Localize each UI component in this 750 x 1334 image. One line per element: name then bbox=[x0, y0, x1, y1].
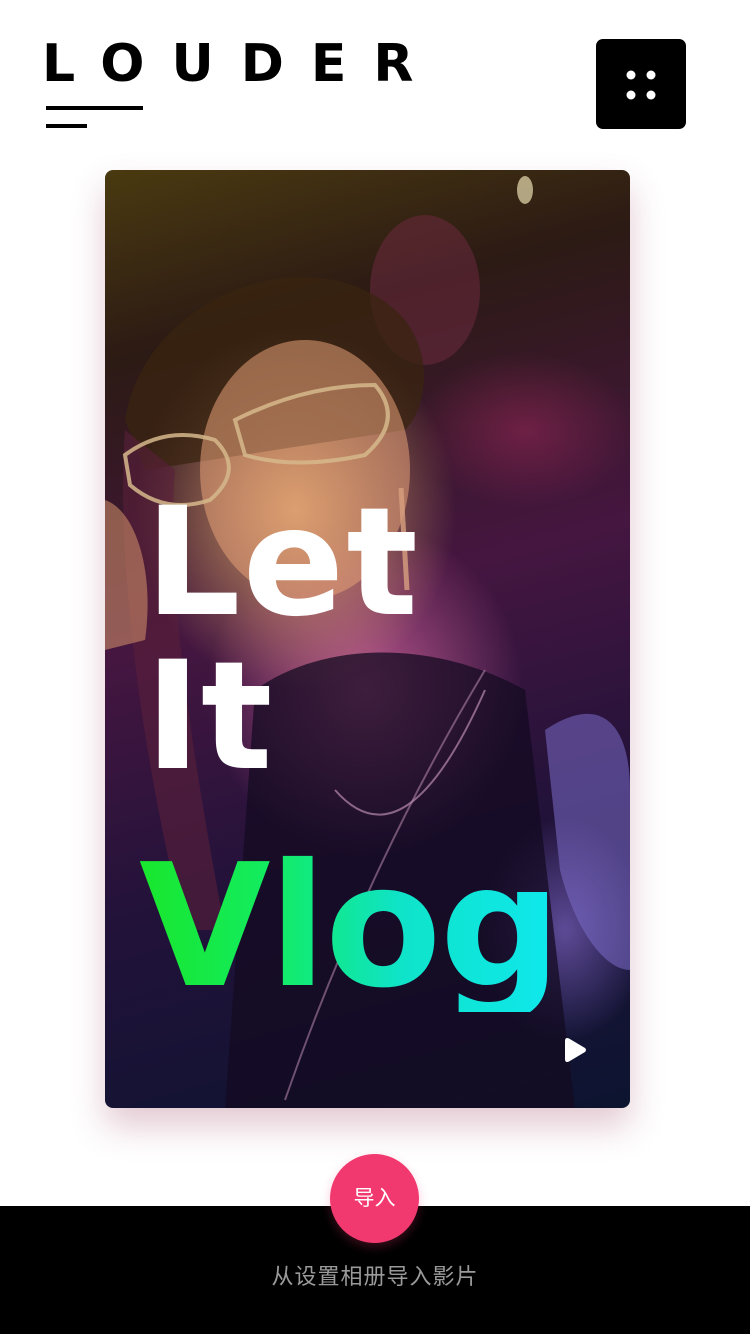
brand-logo: LOUDER bbox=[42, 34, 441, 94]
menu-button[interactable] bbox=[596, 39, 686, 129]
title-line-it: It bbox=[145, 630, 273, 804]
title-line-let: Let bbox=[145, 476, 421, 650]
brand-underline-long bbox=[46, 106, 143, 110]
import-hint-text: 从设置相册导入影片 bbox=[271, 1264, 479, 1289]
video-card[interactable]: Let It Vlog bbox=[105, 170, 630, 1108]
play-icon[interactable] bbox=[557, 1032, 593, 1068]
brand-underline-short bbox=[46, 124, 87, 128]
title-line-vlog: Vlog bbox=[139, 828, 561, 1026]
grid-dots-icon bbox=[626, 70, 656, 100]
import-button[interactable]: 导入 bbox=[330, 1154, 419, 1243]
